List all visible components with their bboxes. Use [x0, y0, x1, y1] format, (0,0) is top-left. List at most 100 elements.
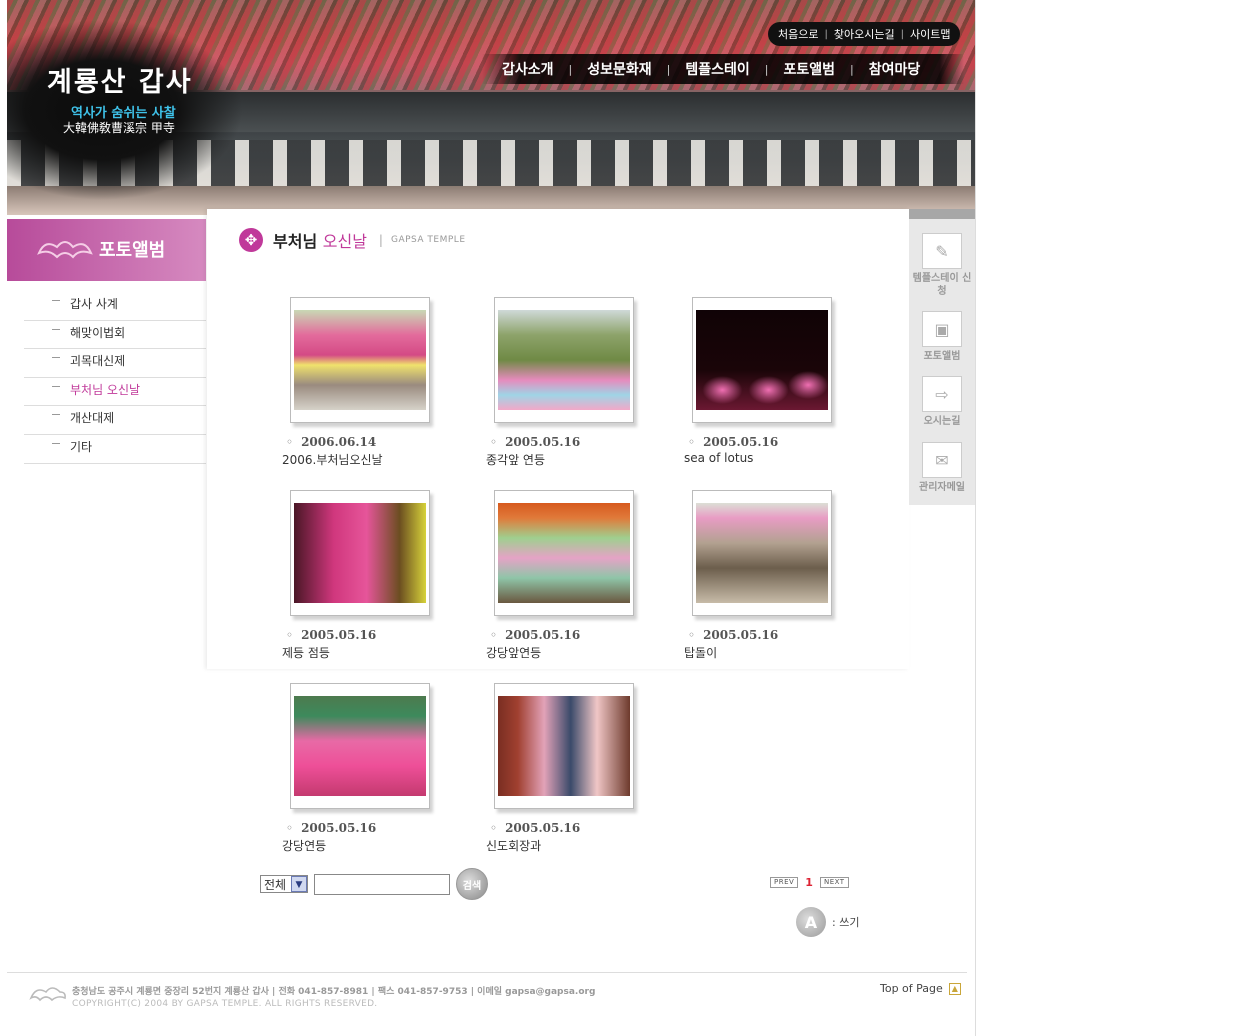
logo-subtitle: 大韓佛敎曹溪宗 甲寺 [63, 121, 175, 135]
search-button[interactable]: 검색 [456, 868, 488, 900]
sidebar-item-tree-ritual[interactable]: 괴목대신제 [24, 349, 206, 378]
photo-thumbnail[interactable] [696, 503, 828, 603]
photo-date: 2005.05.16 [286, 821, 376, 835]
sidebar-item-sunrise[interactable]: 해맞이법회 [24, 321, 206, 350]
left-border [0, 0, 7, 1036]
nav-about[interactable]: 갑사소개 [502, 59, 554, 79]
chevron-down-icon[interactable]: ▼ [291, 876, 307, 892]
page-title-english: GAPSA TEMPLE [390, 235, 466, 245]
photo-caption[interactable]: 탑돌이 [684, 644, 717, 661]
quick-label[interactable]: 관리자메일 [909, 481, 975, 494]
bullet-icon [52, 300, 60, 301]
sidebar-item-label[interactable]: 괴목대신제 [70, 352, 125, 369]
sidebar-item-buddha-birthday[interactable]: 부처님 오신날 [24, 378, 206, 407]
separator: | [666, 62, 671, 76]
separator: | [900, 28, 904, 40]
page-right-border [975, 0, 976, 1036]
photo-caption[interactable]: 강당앞연등 [486, 644, 541, 661]
cloud-logo-icon [28, 982, 68, 1008]
photo-frame[interactable] [290, 297, 430, 423]
quick-label[interactable]: 템플스테이 신청 [909, 272, 975, 298]
page-title: 부처님 오신날 [273, 228, 367, 252]
bullet-icon [52, 442, 60, 444]
knot-ornament-icon: ✥ [239, 228, 263, 252]
sidebar-item-seasons[interactable]: 갑사 사계 [24, 292, 206, 321]
photo-caption[interactable]: 2006.부처님오신날 [282, 451, 383, 468]
nav-heritage[interactable]: 성보문화재 [587, 59, 651, 79]
quick-templestay[interactable]: ✎ 템플스테이 신청 [909, 233, 975, 298]
sidebar-item-label[interactable]: 해맞이법회 [70, 324, 125, 341]
prev-page-button[interactable]: PREV [770, 877, 799, 888]
search-bar: 전체 ▼ 검색 [260, 868, 488, 900]
application-form-icon[interactable]: ✎ [922, 233, 962, 269]
photo-caption[interactable]: 신도회장과 [486, 837, 541, 854]
nav-photo-album[interactable]: 포토앨범 [784, 59, 836, 79]
photo-thumbnail[interactable] [498, 503, 630, 603]
site-logo[interactable]: 계룡산 갑사 [47, 60, 193, 99]
search-scope-select[interactable]: 전체 ▼ [260, 875, 308, 893]
sidebar-item-label[interactable]: 개산대제 [70, 409, 114, 426]
nav-templestay[interactable]: 템플스테이 [685, 59, 749, 79]
sidebar-item-etc[interactable]: 기타 [24, 435, 206, 464]
util-directions-link[interactable]: 찾아오시는길 [834, 26, 895, 42]
next-page-button[interactable]: NEXT [819, 877, 849, 888]
sidebar-item-label[interactable]: 갑사 사계 [70, 295, 118, 312]
bullet-icon [52, 357, 60, 359]
slideshow-icon[interactable]: ▣ [922, 311, 962, 347]
photo-frame[interactable] [290, 683, 430, 809]
photo-caption[interactable]: 제등 점등 [282, 644, 330, 661]
photo-date: 2006.06.14 [286, 435, 376, 449]
photo-frame[interactable] [692, 490, 832, 616]
photo-thumbnail[interactable] [498, 696, 630, 796]
nav-community[interactable]: 참여마당 [869, 59, 921, 79]
top-of-page-link[interactable]: Top of Page ▲ [880, 982, 961, 995]
bullet-icon [52, 328, 60, 330]
footer-copyright: COPYRIGHT(C) 2004 BY GAPSA TEMPLE. ALL R… [72, 999, 378, 1009]
quick-photo-album[interactable]: ▣ 포토앨범 [909, 311, 975, 363]
sidebar-item-founding-ceremony[interactable]: 개산대제 [24, 406, 206, 435]
top-of-page-label[interactable]: Top of Page [880, 982, 943, 995]
sidebar-menu: 갑사 사계 해맞이법회 괴목대신제 부처님 오신날 개산대제 기타 [24, 292, 206, 464]
photo-thumbnail[interactable] [294, 696, 426, 796]
photo-caption[interactable]: sea of lotus [684, 451, 753, 465]
signpost-icon[interactable]: ⇨ [922, 376, 962, 412]
quick-menu: ✎ 템플스테이 신청 ▣ 포토앨범 ⇨ 오시는길 ✉ 관리자메일 [909, 209, 975, 505]
bullet-icon [52, 385, 60, 387]
photo-caption[interactable]: 강당연등 [282, 837, 326, 854]
sidebar-item-label[interactable]: 부처님 오신날 [70, 381, 140, 398]
utility-bar: 처음으로 | 찾아오시는길 | 사이트맵 [768, 22, 961, 46]
util-sitemap-link[interactable]: 사이트맵 [910, 26, 950, 42]
pagination: PREV 1 NEXT [770, 876, 849, 889]
separator: | [824, 28, 828, 40]
current-page-number[interactable]: 1 [805, 876, 813, 889]
quick-directions[interactable]: ⇨ 오시는길 [909, 376, 975, 428]
photo-caption[interactable]: 종각앞 연등 [486, 451, 545, 468]
arrow-up-icon[interactable]: ▲ [948, 982, 961, 995]
quick-label[interactable]: 포토앨범 [909, 350, 975, 363]
photo-frame[interactable] [494, 683, 634, 809]
section-title: 포토앨범 [99, 240, 166, 261]
search-input[interactable] [314, 873, 450, 895]
separator: | [850, 62, 854, 76]
write-icon[interactable]: A [796, 907, 826, 937]
photo-thumbnail[interactable] [498, 310, 630, 410]
photo-frame[interactable] [290, 490, 430, 616]
photo-thumbnail[interactable] [294, 503, 426, 603]
section-banner: 포토앨범 [7, 219, 206, 281]
photo-frame[interactable] [494, 297, 634, 423]
sidebar-item-label[interactable]: 기타 [70, 438, 92, 455]
photo-date: 2005.05.16 [490, 435, 580, 449]
write-action: A : 쓰기 [796, 907, 859, 937]
photo-thumbnail[interactable] [696, 310, 828, 410]
mail-icon[interactable]: ✉ [922, 442, 962, 478]
util-home-link[interactable]: 처음으로 [778, 26, 818, 42]
photo-frame[interactable] [692, 297, 832, 423]
write-label[interactable]: : 쓰기 [832, 914, 859, 930]
photo-frame[interactable] [494, 490, 634, 616]
photo-thumbnail[interactable] [294, 310, 426, 410]
page: 계룡산 갑사 역사가 숨쉬는 사찰 大韓佛敎曹溪宗 甲寺 처음으로 | 찾아오시… [0, 0, 976, 1036]
quick-label[interactable]: 오시는길 [909, 415, 975, 428]
quick-admin-mail[interactable]: ✉ 관리자메일 [909, 442, 975, 494]
photo-date: 2005.05.16 [490, 628, 580, 642]
photo-date: 2005.05.16 [490, 821, 580, 835]
